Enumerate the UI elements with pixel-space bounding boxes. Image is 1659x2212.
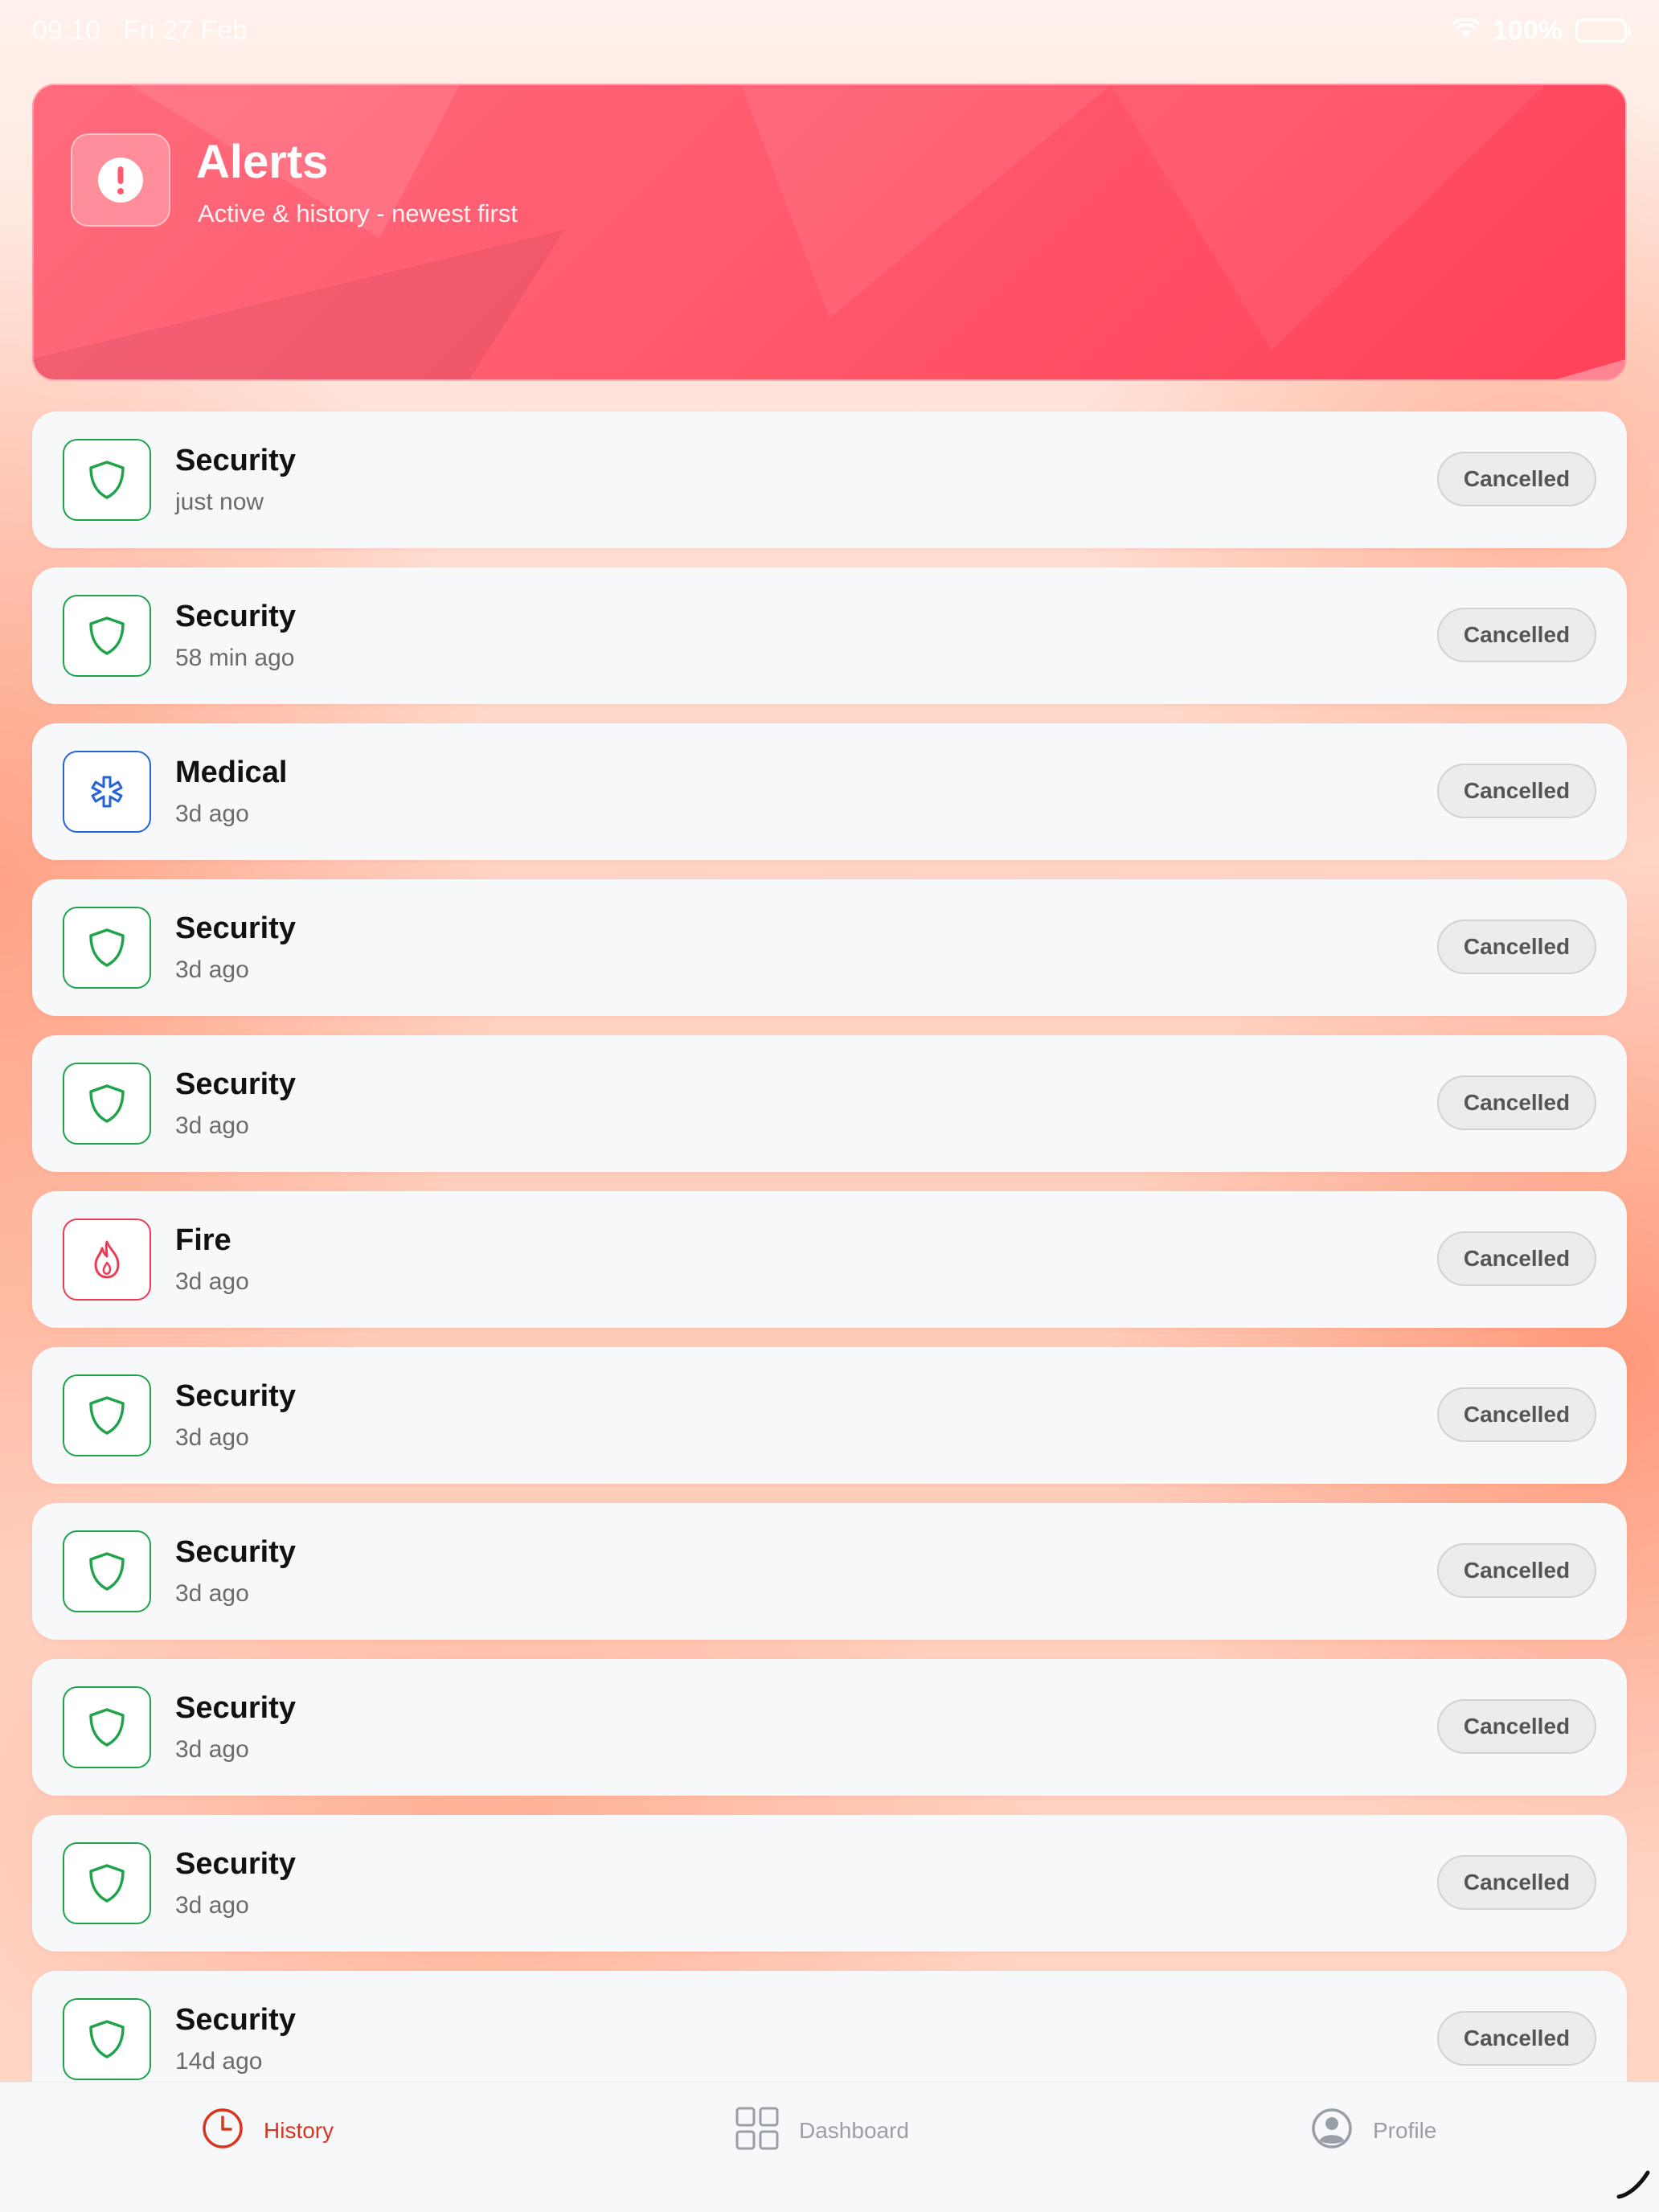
alert-row[interactable]: Security 58 min ago Cancelled xyxy=(32,567,1627,704)
alert-row[interactable]: Security 3d ago Cancelled xyxy=(32,1035,1627,1172)
shield-icon xyxy=(63,1998,151,2080)
alert-type: Medical xyxy=(175,756,288,789)
status-bar: 09:10 Fri 27 Feb 100% xyxy=(0,0,1659,61)
status-badge: Cancelled xyxy=(1437,1699,1596,1754)
battery-percent: 100% xyxy=(1493,14,1563,46)
nav-tab-history[interactable]: History xyxy=(201,2107,334,2155)
status-badge: Cancelled xyxy=(1437,1855,1596,1910)
shield-icon xyxy=(63,1063,151,1145)
alert-type: Security xyxy=(175,2003,296,2037)
nav-label-history: History xyxy=(264,2118,334,2143)
alert-time: 58 min ago xyxy=(175,645,295,671)
status-badge: Cancelled xyxy=(1437,920,1596,974)
alert-time: 3d ago xyxy=(175,1424,249,1451)
alert-time: 3d ago xyxy=(175,1580,249,1607)
shield-icon xyxy=(63,1686,151,1768)
alert-time: 3d ago xyxy=(175,1268,249,1295)
status-badge: Cancelled xyxy=(1437,608,1596,662)
clock-icon xyxy=(201,2107,244,2156)
status-indicators: 100% xyxy=(1452,14,1631,47)
alert-time: 3d ago xyxy=(175,956,249,983)
alert-circle-icon xyxy=(71,133,170,227)
status-badge: Cancelled xyxy=(1437,1075,1596,1130)
shield-icon xyxy=(63,439,151,521)
status-date: Fri 27 Feb xyxy=(123,14,248,46)
shield-icon xyxy=(63,595,151,677)
wifi-icon xyxy=(1452,15,1481,47)
alert-type: Fire xyxy=(175,1223,231,1257)
alert-row[interactable]: Security 3d ago Cancelled xyxy=(32,1659,1627,1796)
header-background-shapes xyxy=(34,85,1625,379)
alert-time: 3d ago xyxy=(175,1736,249,1763)
alert-row[interactable]: Security 3d ago Cancelled xyxy=(32,1347,1627,1484)
alert-time: just now xyxy=(175,489,264,515)
alert-type: Security xyxy=(175,1847,296,1881)
alert-type: Security xyxy=(175,1691,296,1725)
alerts-list: Security just now Cancelled Security 58 … xyxy=(32,412,1627,2127)
alert-row[interactable]: Fire 3d ago Cancelled xyxy=(32,1191,1627,1328)
battery-icon xyxy=(1575,18,1631,43)
status-datetime: 09:10 Fri 27 Feb xyxy=(32,15,248,47)
alert-type: Security xyxy=(175,1067,296,1101)
medical-asterisk-icon xyxy=(63,751,151,833)
status-time: 09:10 xyxy=(32,14,101,46)
alert-type: Security xyxy=(175,1535,296,1569)
shield-icon xyxy=(63,907,151,989)
page-subtitle: Active & history - newest first xyxy=(198,199,518,227)
status-badge: Cancelled xyxy=(1437,764,1596,818)
shield-icon xyxy=(63,1374,151,1456)
resize-handle-icon xyxy=(1616,2168,1651,2204)
alert-row[interactable]: Security 3d ago Cancelled xyxy=(32,1503,1627,1640)
status-badge: Cancelled xyxy=(1437,1387,1596,1442)
alert-time: 3d ago xyxy=(175,1112,249,1139)
alert-time: 14d ago xyxy=(175,2048,263,2075)
alert-type: Security xyxy=(175,444,296,477)
nav-label-profile: Profile xyxy=(1373,2118,1437,2143)
nav-tab-dashboard[interactable]: Dashboard xyxy=(735,2107,909,2155)
shield-icon xyxy=(63,1530,151,1612)
alert-row[interactable]: Medical 3d ago Cancelled xyxy=(32,723,1627,860)
grid-icon xyxy=(735,2106,780,2157)
alert-type: Security xyxy=(175,911,296,945)
status-badge: Cancelled xyxy=(1437,1543,1596,1598)
alert-time: 3d ago xyxy=(175,801,249,827)
user-avatar-icon xyxy=(1310,2107,1354,2156)
alert-time: 3d ago xyxy=(175,1892,249,1919)
flame-icon xyxy=(63,1219,151,1301)
nav-label-dashboard: Dashboard xyxy=(799,2118,909,2143)
alert-row[interactable]: Security 3d ago Cancelled xyxy=(32,879,1627,1016)
alert-type: Security xyxy=(175,1379,296,1413)
alert-type: Security xyxy=(175,600,296,633)
alert-row[interactable]: Security just now Cancelled xyxy=(32,412,1627,548)
alerts-header-card: Alerts Active & history - newest first xyxy=(32,84,1627,381)
nav-tab-profile[interactable]: Profile xyxy=(1310,2107,1436,2155)
status-badge: Cancelled xyxy=(1437,452,1596,506)
bottom-nav: History Dashboard Profile xyxy=(0,2082,1659,2212)
status-badge: Cancelled xyxy=(1437,1231,1596,1286)
shield-icon xyxy=(63,1842,151,1924)
page-title: Alerts xyxy=(196,136,329,188)
status-badge: Cancelled xyxy=(1437,2011,1596,2066)
alert-row[interactable]: Security 3d ago Cancelled xyxy=(32,1815,1627,1952)
